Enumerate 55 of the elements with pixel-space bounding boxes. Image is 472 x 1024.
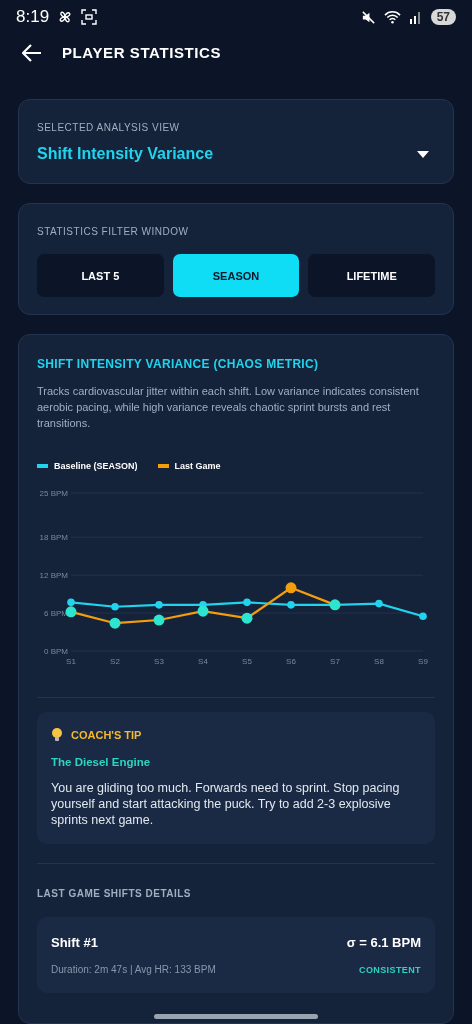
y-tick-label: 25 BPM — [39, 489, 68, 498]
tip-title: The Diesel Engine — [51, 756, 152, 768]
dropdown-value: Shift Intensity Variance — [37, 145, 214, 163]
data-point — [419, 612, 427, 621]
data-point — [329, 599, 341, 611]
data-point — [241, 612, 253, 624]
shift-details: Duration: 2m 47s | Avg HR: 133 BPM — [51, 964, 216, 975]
x-tick-label: S9 — [418, 657, 428, 666]
tip-body: You are gliding too much. Forwards need to sprint. Stop pacing yourself and start attacking the puck. Try to add 2-3 explosive sprints next game. — [51, 780, 401, 828]
data-point — [287, 601, 295, 609]
shift-sigma: σ = 6.1 BPM — [346, 935, 421, 950]
screenshot-icon — [81, 9, 98, 26]
shift-status: CONSISTENT — [359, 964, 421, 975]
filter-tab[interactable]: SEASON — [172, 254, 300, 297]
legend-label: Baseline (SEASON) — [54, 461, 138, 471]
x-tick-label: S1 — [66, 657, 76, 666]
data-point — [285, 582, 297, 594]
data-point — [155, 601, 163, 609]
filter-label: STATISTICS FILTER WINDOW — [37, 226, 190, 237]
dropdown-label: SELECTED ANALYSIS VIEW — [37, 122, 181, 133]
filter-tab[interactable]: LAST 5 — [37, 254, 164, 297]
legend-swatch — [37, 464, 48, 468]
data-point — [111, 602, 119, 611]
analysis-view-dropdown[interactable]: SELECTED ANALYSIS VIEW Shift Intensity Variance — [18, 99, 454, 184]
shift-name: Shift #1 — [51, 935, 98, 950]
x-tick-label: S5 — [242, 657, 252, 666]
shifts-heading: LAST GAME SHIFTS DETAILS — [37, 888, 193, 899]
legend-label: Last Game — [174, 461, 221, 471]
x-tick-label: S7 — [330, 657, 340, 666]
legend-swatch — [157, 464, 169, 468]
signal-icon — [408, 10, 423, 25]
x-tick-label: S3 — [154, 657, 164, 666]
y-tick-label: 0 BPM — [44, 647, 68, 656]
filter-tab[interactable]: LIFETIME — [308, 254, 435, 297]
data-point — [375, 599, 383, 608]
tip-heading: COACH'S TIP — [71, 729, 142, 741]
data-point — [243, 598, 251, 607]
mute-icon — [360, 9, 376, 25]
page-title: PLAYER STATISTICS — [62, 44, 222, 62]
clock: 8:19 — [16, 7, 50, 28]
y-tick-label: 18 BPM — [39, 533, 68, 543]
wifi-icon — [383, 10, 401, 25]
data-point — [153, 614, 165, 626]
lightbulb-icon — [51, 728, 63, 742]
caret-icon — [417, 150, 429, 158]
x-tick-label: S2 — [110, 657, 120, 666]
y-tick-label: 12 BPM — [39, 571, 68, 581]
battery-level: 57 — [430, 9, 456, 26]
metric-title: SHIFT INTENSITY VARIANCE (CHAOS METRIC) — [37, 357, 320, 371]
x-tick-label: S6 — [286, 657, 296, 666]
metric-description: Tracks cardiovascular jitter within each shift. Low variance indicates consistent aerobic pacing, while high variance reveals chaotic sprint bursts and rest transitions. — [37, 384, 420, 431]
x-tick-label: S4 — [198, 657, 208, 666]
x-tick-label: S8 — [374, 657, 384, 666]
data-point — [109, 617, 121, 629]
back-arrow-icon[interactable] — [22, 43, 42, 62]
